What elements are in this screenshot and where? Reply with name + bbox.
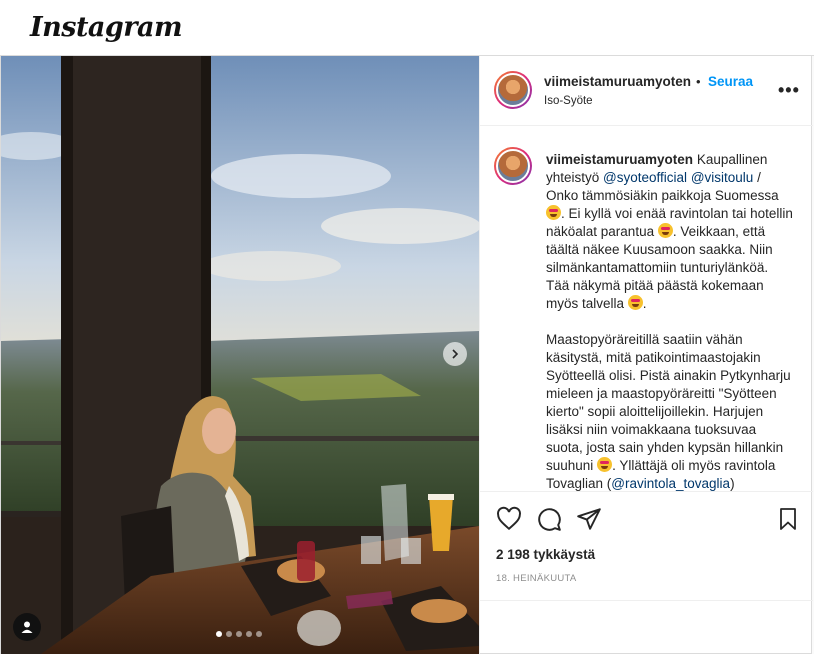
like-heart-icon[interactable]	[496, 506, 522, 532]
carousel-indicator	[216, 631, 262, 637]
next-slide-button[interactable]	[443, 342, 467, 366]
share-send-icon[interactable]	[576, 506, 602, 532]
heart-eyes-emoji-icon	[546, 205, 561, 220]
carousel-dot	[216, 631, 222, 637]
caption-area: viimeistamuruamyoten Kaupallinen yhteist…	[480, 127, 813, 491]
post-container: viimeistamuruamyoten • Seuraa Iso-Syöte …	[0, 56, 813, 654]
carousel-dot	[226, 631, 232, 637]
carousel-dot	[246, 631, 252, 637]
heart-eyes-emoji-icon	[657, 223, 673, 238]
post-location[interactable]: Iso-Syöte	[544, 95, 593, 107]
follow-button[interactable]: Seuraa	[708, 74, 753, 89]
mention-link[interactable]: @ravintola_tovaglia	[611, 476, 730, 491]
post-username[interactable]: viimeistamuruamyoten	[544, 74, 691, 89]
likes-count[interactable]: 2 198 tykkäystä	[496, 547, 595, 562]
carousel-dot	[236, 631, 242, 637]
tagged-users-button[interactable]	[13, 613, 41, 641]
caption-username[interactable]: viimeistamuruamyoten	[546, 152, 693, 167]
top-navigation-bar: Instagram	[0, 0, 814, 56]
comment-bar-divider	[480, 600, 813, 601]
caption-avatar[interactable]	[494, 147, 532, 185]
comment-icon[interactable]	[536, 506, 562, 532]
post-sidebar: viimeistamuruamyoten • Seuraa Iso-Syöte …	[479, 56, 813, 654]
separator-dot: •	[696, 74, 701, 89]
more-options-icon[interactable]: •••	[778, 80, 800, 101]
post-date[interactable]: 18. HEINÄKUUTA	[496, 573, 577, 584]
heart-eyes-emoji-icon	[597, 457, 613, 472]
avatar[interactable]	[494, 71, 532, 109]
post-photo[interactable]	[1, 56, 479, 654]
save-bookmark-icon[interactable]	[776, 506, 800, 532]
heart-eyes-emoji-icon	[627, 295, 643, 310]
photo-scene	[1, 56, 479, 654]
mention-link[interactable]: @visitoulu	[691, 170, 753, 185]
post-header: viimeistamuruamyoten • Seuraa Iso-Syöte …	[480, 56, 813, 126]
mention-link[interactable]: @syoteofficial	[603, 170, 687, 185]
instagram-logo[interactable]: Instagram	[30, 12, 183, 43]
chevron-right-icon	[452, 349, 459, 359]
carousel-dot	[256, 631, 262, 637]
user-icon	[21, 621, 33, 633]
caption-text: viimeistamuruamyoten Kaupallinen yhteist…	[546, 152, 793, 491]
post-actions: 2 198 tykkäystä 18. HEINÄKUUTA	[480, 491, 813, 654]
